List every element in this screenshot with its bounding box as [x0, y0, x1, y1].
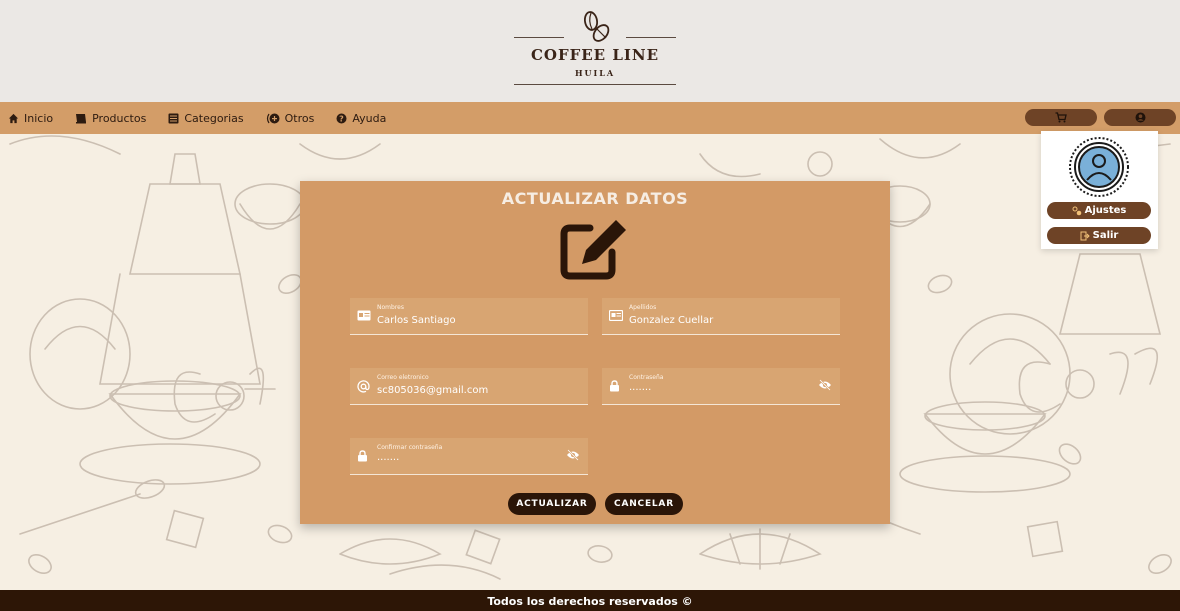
svg-text:?: ?: [340, 114, 345, 123]
brand-subtitle: HUILA: [574, 68, 616, 78]
eye-slash-icon[interactable]: [566, 449, 580, 461]
nav-item-otros[interactable]: Otros: [266, 111, 315, 125]
cart-icon: [1055, 112, 1067, 123]
password-field[interactable]: Contraseña ·······: [602, 368, 840, 405]
logo-divider-bottom: [514, 84, 676, 85]
coffee-beans-icon: [583, 11, 610, 42]
logo-divider-left: [514, 37, 564, 38]
password-label: Contraseña: [629, 374, 664, 381]
nav-item-ayuda[interactable]: ? Ayuda: [336, 112, 386, 125]
nav-item-categorias[interactable]: Categorias: [168, 111, 244, 125]
main-nav: Inicio Productos Categorias Otros ? Ayud…: [0, 102, 1180, 134]
confirm-password-field[interactable]: Confirmar contraseña ·······: [350, 438, 588, 475]
list-icon: [168, 113, 179, 123]
nav-item-inicio[interactable]: Inicio: [8, 112, 53, 125]
password-value: ·······: [629, 385, 652, 396]
nombres-field[interactable]: Nombres Carlos Santiago: [350, 298, 588, 335]
nav-item-label: Ayuda: [352, 111, 387, 125]
footer-text: Todos los derechos reservados ©: [487, 595, 693, 608]
gears-icon: [1072, 206, 1081, 215]
lock-icon: [610, 380, 619, 392]
settings-button[interactable]: Ajustes: [1047, 202, 1151, 219]
footer: Todos los derechos reservados ©: [0, 590, 1180, 611]
nombres-label: Nombres: [377, 304, 404, 311]
brand-title: COFFEE LINE: [530, 46, 660, 64]
email-field[interactable]: Correo eletronico sc805036@gmail.com: [350, 368, 588, 405]
confirm-password-value: ·······: [377, 455, 400, 466]
nav-item-label: Inicio: [24, 111, 54, 125]
brand-logo[interactable]: COFFEE LINE HUILA: [514, 6, 676, 88]
at-icon: [357, 380, 370, 393]
logo-divider-right: [626, 37, 676, 38]
apellidos-field[interactable]: Apellidos Gonzalez Cuellar: [602, 298, 840, 335]
user-dropdown: Ajustes Salir: [1041, 131, 1158, 249]
cancel-button[interactable]: CANCELAR: [605, 493, 683, 515]
settings-label: Ajustes: [1084, 205, 1127, 216]
user-circle-icon: [1135, 112, 1145, 123]
eye-slash-icon[interactable]: [818, 379, 832, 391]
apellidos-value: Gonzalez Cuellar: [629, 315, 714, 326]
id-card-icon: [609, 310, 623, 321]
email-label: Correo eletronico: [377, 374, 429, 381]
cart-button[interactable]: [1025, 109, 1097, 126]
update-button[interactable]: ACTUALIZAR: [508, 493, 596, 515]
logout-icon: [1080, 231, 1090, 240]
edit-icon: [560, 220, 626, 280]
nombres-value: Carlos Santiago: [377, 315, 456, 326]
lock-icon: [358, 450, 367, 462]
email-value: sc805036@gmail.com: [377, 385, 489, 396]
user-avatar-icon: [1069, 137, 1129, 197]
logout-button[interactable]: Salir: [1047, 227, 1151, 244]
nav-item-label: Productos: [92, 111, 147, 125]
book-icon: [76, 113, 87, 123]
help-icon: ?: [336, 113, 347, 123]
id-card-icon: [357, 310, 371, 321]
user-menu-button[interactable]: [1104, 109, 1176, 126]
apellidos-label: Apellidos: [629, 304, 657, 311]
form-title: ACTUALIZAR DATOS: [501, 189, 689, 208]
nav-item-label: Otros: [284, 111, 315, 125]
logout-label: Salir: [1092, 230, 1119, 241]
confirm-password-label: Confirmar contraseña: [377, 444, 443, 451]
header: COFFEE LINE HUILA: [0, 0, 1180, 102]
home-icon: [8, 113, 19, 123]
nav-item-label: Categorias: [184, 111, 244, 125]
nav-item-productos[interactable]: Productos: [75, 112, 146, 125]
update-data-card: ACTUALIZAR DATOS Nombres Carlos Santiago…: [300, 181, 890, 524]
plus-circle-icon: [266, 113, 280, 123]
